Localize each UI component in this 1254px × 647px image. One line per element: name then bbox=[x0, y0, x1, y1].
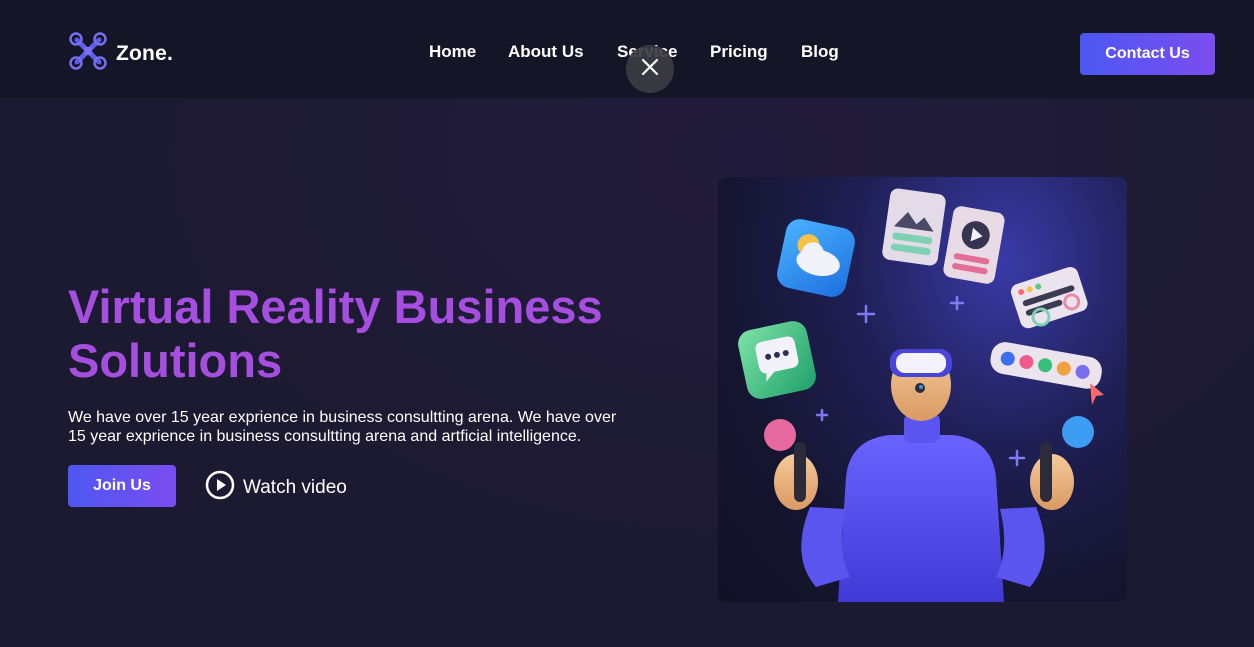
hero-title: Virtual Reality Business Solutions bbox=[68, 280, 603, 387]
nav-pricing[interactable]: Pricing bbox=[710, 42, 768, 62]
watch-video-label: Watch video bbox=[243, 476, 347, 498]
hero-description: We have over 15 year exprience in busine… bbox=[68, 409, 617, 445]
watch-video-link[interactable]: Watch video bbox=[205, 470, 347, 505]
nav-home[interactable]: Home bbox=[429, 42, 476, 62]
top-navbar: Zone. Home About Us Service Pricing Blog… bbox=[0, 0, 1254, 98]
close-icon bbox=[641, 58, 659, 81]
drone-icon bbox=[68, 31, 108, 76]
play-circle-icon bbox=[205, 470, 235, 505]
nav-about-us[interactable]: About Us bbox=[508, 42, 584, 62]
contact-us-button[interactable]: Contact Us bbox=[1080, 33, 1215, 75]
join-us-button[interactable]: Join Us bbox=[68, 465, 176, 507]
nav-blog[interactable]: Blog bbox=[801, 42, 839, 62]
brand-name: Zone. bbox=[116, 41, 173, 65]
close-overlay-button[interactable] bbox=[626, 45, 674, 93]
vr-user-illustration bbox=[718, 177, 1127, 602]
brand-logo[interactable]: Zone. bbox=[68, 31, 173, 76]
